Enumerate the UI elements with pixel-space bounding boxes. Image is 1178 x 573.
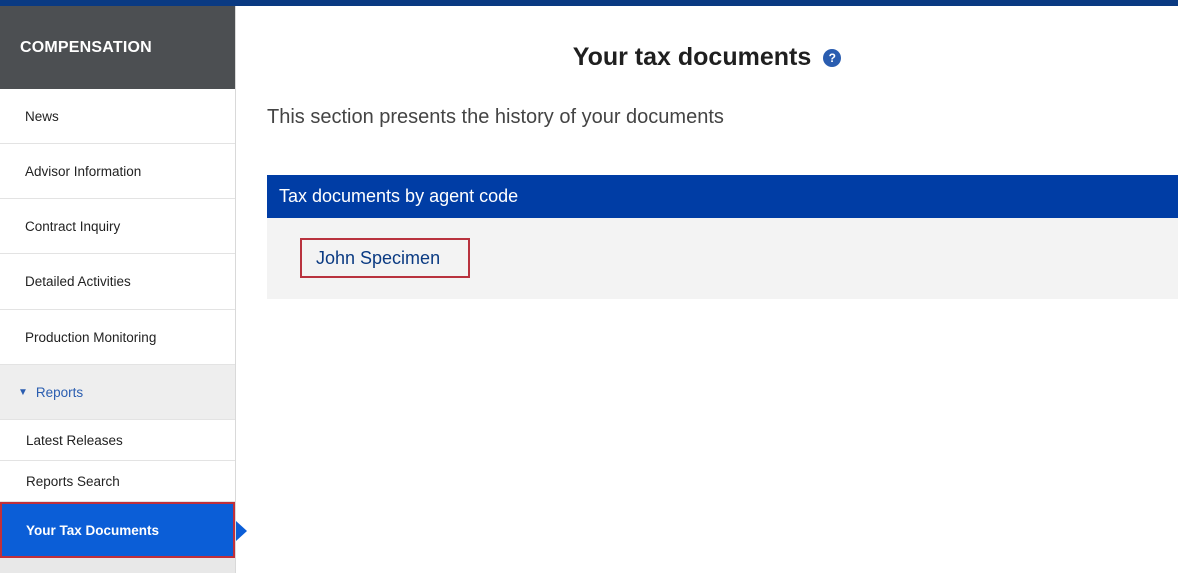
sidebar-item-advisor-information[interactable]: Advisor Information	[0, 144, 235, 199]
sidebar-item-detailed-activities[interactable]: Detailed Activities	[0, 254, 235, 310]
panel-header-label: Tax documents by agent code	[279, 186, 519, 206]
sidebar-item-label: Contract Inquiry	[25, 218, 121, 234]
sidebar-header: COMPENSATION	[0, 6, 235, 89]
sidebar: COMPENSATION News Advisor Information Co…	[0, 6, 236, 573]
sidebar-item-label: News	[25, 108, 59, 124]
sidebar-item-news[interactable]: News	[0, 89, 235, 144]
sidebar-item-label: Detailed Activities	[25, 274, 131, 289]
main-content: Your tax documents ? This section presen…	[236, 6, 1178, 573]
sidebar-item-production-monitoring[interactable]: Production Monitoring	[0, 310, 235, 365]
sidebar-bottom	[0, 558, 235, 573]
sidebar-item-reports[interactable]: ▼ Reports	[0, 365, 235, 420]
sidebar-item-label: Latest Releases	[26, 432, 123, 448]
sidebar-subitem-your-tax-documents[interactable]: Your Tax Documents	[0, 502, 235, 558]
panel-header: Tax documents by agent code	[267, 175, 1178, 218]
page-subtitle: This section presents the history of you…	[267, 106, 724, 128]
sidebar-header-label: COMPENSATION	[20, 38, 152, 56]
caret-down-icon: ▼	[18, 386, 28, 398]
sidebar-subitem-reports-search[interactable]: Reports Search	[0, 461, 235, 502]
title-row: Your tax documents ?	[236, 43, 1178, 72]
sidebar-subitem-latest-releases[interactable]: Latest Releases	[0, 420, 235, 461]
sidebar-item-contract-inquiry[interactable]: Contract Inquiry	[0, 199, 235, 254]
tax-documents-panel: Tax documents by agent code John Specime…	[267, 175, 1178, 299]
sidebar-item-label: Advisor Information	[25, 163, 142, 179]
sidebar-item-label: Production Monitoring	[25, 329, 157, 345]
sidebar-item-label: Reports	[35, 384, 84, 400]
agent-document-link[interactable]: John Specimen	[300, 238, 470, 278]
page-title: Your tax documents	[572, 43, 812, 71]
sidebar-item-label: Your Tax Documents	[26, 522, 160, 538]
sidebar-item-label: Reports Search	[26, 473, 120, 489]
help-icon[interactable]: ?	[823, 48, 842, 67]
